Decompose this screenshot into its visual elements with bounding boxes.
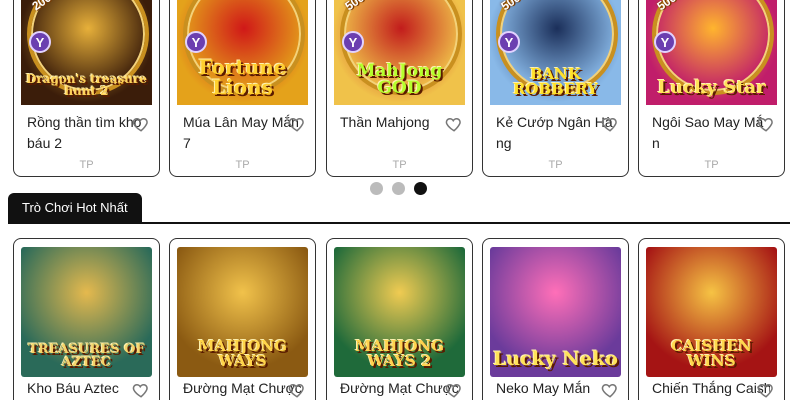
heart-outline-icon[interactable]	[757, 115, 775, 133]
heart-outline-icon[interactable]	[132, 115, 150, 133]
game-name: Chiến Thắng Caishen	[652, 380, 770, 396]
game-logo: Fortune Lions	[198, 55, 287, 99]
heart-outline-icon[interactable]	[288, 115, 306, 133]
provider-badge-icon: Y	[185, 31, 207, 53]
section-header: Trò Chơi Hot Nhất	[8, 193, 790, 224]
game-thumbnail[interactable]: 5000 Y BANK ROBBERY	[490, 0, 621, 105]
game-thumbnail[interactable]: TREASURES OF AZTEC	[21, 247, 152, 377]
game-name: Thần Mahjong	[340, 114, 430, 130]
provider-badge-icon: Y	[342, 31, 364, 53]
game-card[interactable]: MAHJONG WAYS 2 Đường Mạt Chược 2	[326, 238, 473, 400]
game-logo: BANK ROBBERY	[512, 65, 599, 98]
provider-badge-icon: Y	[654, 31, 676, 53]
game-thumbnail[interactable]: MAHJONG WAYS	[177, 247, 308, 377]
game-thumbnail[interactable]: CAISHEN WINS	[646, 247, 777, 377]
game-logo: Lucky Star	[657, 77, 766, 98]
game-thumbnail[interactable]: 5000 Y MahJong GOD	[334, 0, 465, 105]
game-name: Kẻ Cướp Ngân Hàng	[496, 114, 613, 151]
game-card[interactable]: MAHJONG WAYS Đường Mạt Chược	[169, 238, 316, 400]
game-thumbnail[interactable]: MAHJONG WAYS 2	[334, 247, 465, 377]
game-card[interactable]: TREASURES OF AZTEC Kho Báu Aztec	[13, 238, 160, 400]
heart-outline-icon[interactable]	[601, 115, 619, 133]
game-name: Đường Mạt Chược 2	[340, 380, 458, 396]
provider-badge-icon: Y	[29, 31, 51, 53]
game-card[interactable]: CAISHEN WINS Chiến Thắng Caishen	[638, 238, 785, 400]
heart-outline-icon[interactable]	[445, 115, 463, 133]
heart-outline-icon[interactable]	[445, 381, 463, 399]
game-name: Múa Lân May Mắn 7	[183, 114, 299, 151]
game-logo: Dragon's treasure hunt 2	[26, 72, 147, 98]
game-logo: Lucky Neko	[493, 348, 618, 370]
game-card[interactable]: 5000 Y BANK ROBBERY Kẻ Cướp Ngân Hàng TP	[482, 0, 629, 177]
game-logo: TREASURES OF AZTEC	[28, 342, 145, 370]
game-logo: MAHJONG WAYS 2	[354, 337, 445, 370]
game-card[interactable]: 5000 Y Lucky Star Ngôi Sao May Mắn TP	[638, 0, 785, 177]
heart-outline-icon[interactable]	[132, 381, 150, 399]
game-name: Ngôi Sao May Mắn	[652, 114, 764, 151]
section-title-tab[interactable]: Trò Chơi Hot Nhất	[8, 193, 142, 223]
game-name: Kho Báu Aztec	[27, 380, 119, 396]
provider-label: TP	[79, 159, 94, 171]
provider-label: TP	[235, 159, 250, 171]
game-name: Rồng thần tìm kho báu 2	[27, 114, 142, 151]
provider-badge-icon: Y	[498, 31, 520, 53]
game-card[interactable]: 5000 Y MahJong GOD Thần Mahjong TP	[326, 0, 473, 177]
game-thumbnail[interactable]: 2000 Y Dragon's treasure hunt 2	[21, 0, 152, 105]
provider-label: TP	[392, 159, 407, 171]
provider-label: TP	[704, 159, 719, 171]
game-logo: MahJong GOD	[356, 61, 443, 98]
provider-label: TP	[548, 159, 563, 171]
heart-outline-icon[interactable]	[757, 381, 775, 399]
heart-outline-icon[interactable]	[601, 381, 619, 399]
game-thumbnail[interactable]: Y Fortune Lions	[177, 0, 308, 105]
game-thumbnail[interactable]: Lucky Neko	[490, 247, 621, 377]
game-name: Neko May Mắn	[496, 380, 591, 396]
game-card[interactable]: Y Fortune Lions Múa Lân May Mắn 7 TP	[169, 0, 316, 177]
game-card[interactable]: 2000 Y Dragon's treasure hunt 2 Rồng thầ…	[13, 0, 160, 177]
game-logo: MAHJONG WAYS	[197, 337, 288, 370]
game-card[interactable]: Lucky Neko Neko May Mắn	[482, 238, 629, 400]
game-thumbnail[interactable]: 5000 Y Lucky Star	[646, 0, 777, 105]
heart-outline-icon[interactable]	[288, 381, 306, 399]
game-logo: CAISHEN WINS	[671, 337, 752, 370]
game-name: Đường Mạt Chược	[183, 380, 301, 396]
